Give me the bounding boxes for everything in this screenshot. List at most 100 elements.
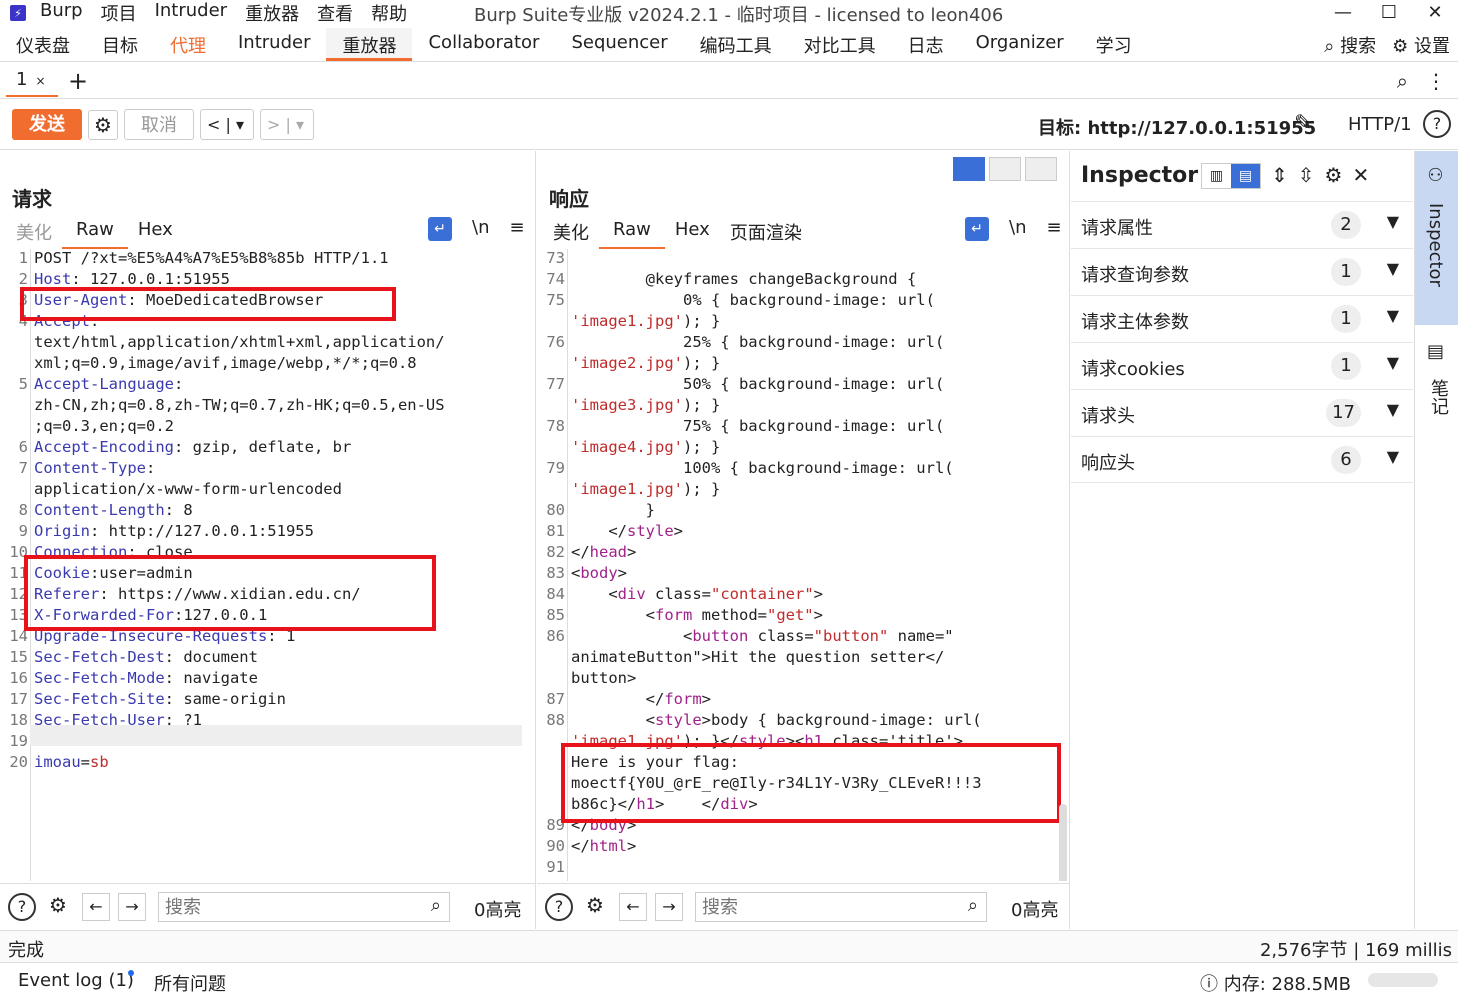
help-icon[interactable]: ? bbox=[1423, 110, 1451, 138]
close-window-button[interactable]: ✕ bbox=[1412, 0, 1458, 26]
tab-decoder[interactable]: 编码工具 bbox=[684, 28, 788, 61]
response-tab-raw[interactable]: Raw bbox=[599, 215, 665, 249]
word-wrap-icon[interactable]: ↵ bbox=[428, 217, 452, 241]
inspector-row-response-headers[interactable]: 响应头 6 ▼ bbox=[1071, 436, 1413, 483]
send-settings-gear-icon[interactable]: ⚙ bbox=[88, 110, 118, 140]
inspector-row-label: 响应头 bbox=[1081, 453, 1135, 474]
tab-proxy[interactable]: 代理 bbox=[154, 28, 222, 61]
response-next-match-icon[interactable]: → bbox=[655, 893, 683, 921]
add-tab-button[interactable]: + bbox=[68, 67, 88, 95]
global-settings-button[interactable]: ⚙ 设置 bbox=[1392, 32, 1450, 58]
tab-dashboard[interactable]: 仪表盘 bbox=[0, 28, 86, 61]
tab-organizer[interactable]: Organizer bbox=[960, 28, 1080, 61]
repeater-tab-1[interactable]: 1 × bbox=[6, 67, 58, 97]
history-back-button[interactable]: < | ▾ bbox=[200, 109, 254, 140]
menu-help[interactable]: 帮助 bbox=[371, 0, 407, 26]
event-log-button[interactable]: Event log (1) bbox=[18, 970, 134, 991]
tab-logger[interactable]: 日志 bbox=[892, 28, 960, 61]
line-number: 90 bbox=[546, 837, 565, 855]
line-number: 8 bbox=[18, 501, 28, 519]
layout-tabs-icon[interactable] bbox=[1025, 157, 1057, 181]
code-line: 'image1.jpg'); } bbox=[571, 312, 721, 330]
tab-comparer[interactable]: 对比工具 bbox=[788, 28, 892, 61]
layout-side-by-side-icon[interactable] bbox=[953, 157, 985, 181]
request-search-settings-gear-icon[interactable]: ⚙ bbox=[44, 893, 72, 921]
newline-toggle[interactable]: \n bbox=[472, 217, 489, 241]
forward-dropdown-icon: ▾ bbox=[295, 115, 304, 134]
line-number: 7 bbox=[18, 459, 28, 477]
editor-menu-icon[interactable]: ≡ bbox=[509, 217, 524, 241]
editor-menu-icon[interactable]: ≡ bbox=[1046, 217, 1061, 241]
response-scrollbar[interactable] bbox=[1059, 804, 1067, 881]
response-search-bar: ? ⚙ ← → ⌕ 0高亮 bbox=[537, 883, 1069, 929]
tab-sequencer[interactable]: Sequencer bbox=[555, 28, 683, 61]
response-help-icon[interactable]: ? bbox=[545, 893, 573, 921]
code-line: <button class="button" name=" bbox=[571, 627, 954, 645]
request-editor[interactable]: 1 POST /?xt=%E5%A4%A7%E5%B8%85b HTTP/1.1 2… bbox=[0, 249, 535, 881]
expand-all-icon[interactable]: ⇕ bbox=[1271, 163, 1288, 189]
inspector-layout-left-icon[interactable]: ▥ bbox=[1202, 164, 1231, 188]
history-forward-button[interactable]: > | ▾ bbox=[260, 109, 314, 140]
menu-intruder[interactable]: Intruder bbox=[155, 0, 227, 26]
collapse-all-icon[interactable]: ⇳ bbox=[1298, 163, 1315, 189]
request-prev-match-icon[interactable]: ← bbox=[82, 893, 110, 921]
response-search-input[interactable] bbox=[696, 893, 946, 921]
inspector-close-icon[interactable]: ✕ bbox=[1352, 163, 1369, 189]
send-button[interactable]: 发送 bbox=[12, 109, 82, 140]
cancel-button[interactable]: 取消 bbox=[124, 109, 194, 140]
minimize-button[interactable]: — bbox=[1320, 0, 1366, 26]
layout-stacked-icon[interactable] bbox=[989, 157, 1021, 181]
more-options-icon[interactable]: ⋮ bbox=[1426, 69, 1446, 93]
request-help-icon[interactable]: ? bbox=[8, 893, 36, 921]
word-wrap-icon[interactable]: ↵ bbox=[965, 217, 989, 241]
code-line: <div class="container"> bbox=[571, 585, 823, 603]
request-search-box: ⌕ bbox=[158, 892, 450, 922]
http-version-selector[interactable]: HTTP/1 bbox=[1348, 114, 1412, 135]
response-prev-match-icon[interactable]: ← bbox=[619, 893, 647, 921]
response-highlight-count: 0高亮 bbox=[1011, 900, 1059, 921]
menu-repeater[interactable]: 重放器 bbox=[245, 0, 299, 26]
inspector-row-cookies[interactable]: 请求cookies 1 ▼ bbox=[1071, 342, 1413, 389]
code-line: zh-CN,zh;q=0.8,zh-TW;q=0.7,zh-HK;q=0.5,e… bbox=[34, 396, 445, 414]
code-line: } bbox=[571, 501, 655, 519]
code-line: Host: 127.0.0.1:51955 bbox=[34, 270, 230, 288]
global-search-button[interactable]: ⌕ 搜索 bbox=[1324, 32, 1376, 58]
tab-intruder[interactable]: Intruder bbox=[222, 28, 326, 61]
inspector-settings-gear-icon[interactable]: ⚙ bbox=[1325, 163, 1343, 189]
tab-repeater[interactable]: 重放器 bbox=[326, 28, 413, 61]
tab-collaborator[interactable]: Collaborator bbox=[412, 28, 555, 61]
line-number: 82 bbox=[546, 543, 565, 561]
tab-learn[interactable]: 学习 bbox=[1080, 28, 1148, 61]
menu-burp[interactable]: Burp bbox=[40, 0, 83, 26]
inspector-row-request-headers[interactable]: 请求头 17 ▼ bbox=[1071, 389, 1413, 436]
menu-project[interactable]: 项目 bbox=[101, 0, 137, 26]
response-title: 响应 bbox=[549, 187, 589, 211]
inspector-row-query-params[interactable]: 请求查询参数 1 ▼ bbox=[1071, 248, 1413, 295]
response-tab-hex[interactable]: Hex bbox=[665, 215, 720, 249]
close-tab-icon[interactable]: × bbox=[35, 74, 45, 88]
request-tab-pretty[interactable]: 美化 bbox=[6, 215, 62, 249]
request-next-match-icon[interactable]: → bbox=[118, 893, 146, 921]
newline-toggle[interactable]: \n bbox=[1009, 217, 1026, 241]
inspector-row-request-attributes[interactable]: 请求属性 2 ▼ bbox=[1071, 201, 1413, 248]
line-number: 81 bbox=[546, 522, 565, 540]
response-tab-render[interactable]: 页面渲染 bbox=[720, 215, 812, 249]
menu-view[interactable]: 查看 bbox=[317, 0, 353, 26]
sidebar-inspector-tab[interactable]: ⚇ Inspector bbox=[1415, 151, 1458, 325]
response-tab-pretty[interactable]: 美化 bbox=[543, 215, 599, 249]
request-tab-raw[interactable]: Raw bbox=[62, 215, 128, 249]
response-editor[interactable]: 73 74 @keyframes changeBackground {75 0% … bbox=[537, 249, 1069, 881]
request-search-input[interactable] bbox=[159, 893, 409, 921]
tab-target[interactable]: 目标 bbox=[86, 28, 154, 61]
response-search-settings-gear-icon[interactable]: ⚙ bbox=[581, 893, 609, 921]
tab-search-icon[interactable]: ⌕ bbox=[1397, 69, 1408, 93]
code-line: text/html,application/xhtml+xml,applicat… bbox=[34, 333, 445, 351]
request-tab-hex[interactable]: Hex bbox=[128, 215, 183, 249]
all-issues-button[interactable]: 所有问题 bbox=[154, 970, 226, 995]
inspector-layout-right-icon[interactable]: ▤ bbox=[1231, 164, 1260, 188]
edit-target-pencil-icon[interactable]: ✎ bbox=[1294, 111, 1312, 136]
inspector-row-body-params[interactable]: 请求主体参数 1 ▼ bbox=[1071, 295, 1413, 342]
maximize-button[interactable]: ☐ bbox=[1366, 0, 1412, 26]
line-number: 19 bbox=[9, 732, 28, 750]
request-view-tabs: 美化 Raw Hex bbox=[6, 215, 183, 249]
